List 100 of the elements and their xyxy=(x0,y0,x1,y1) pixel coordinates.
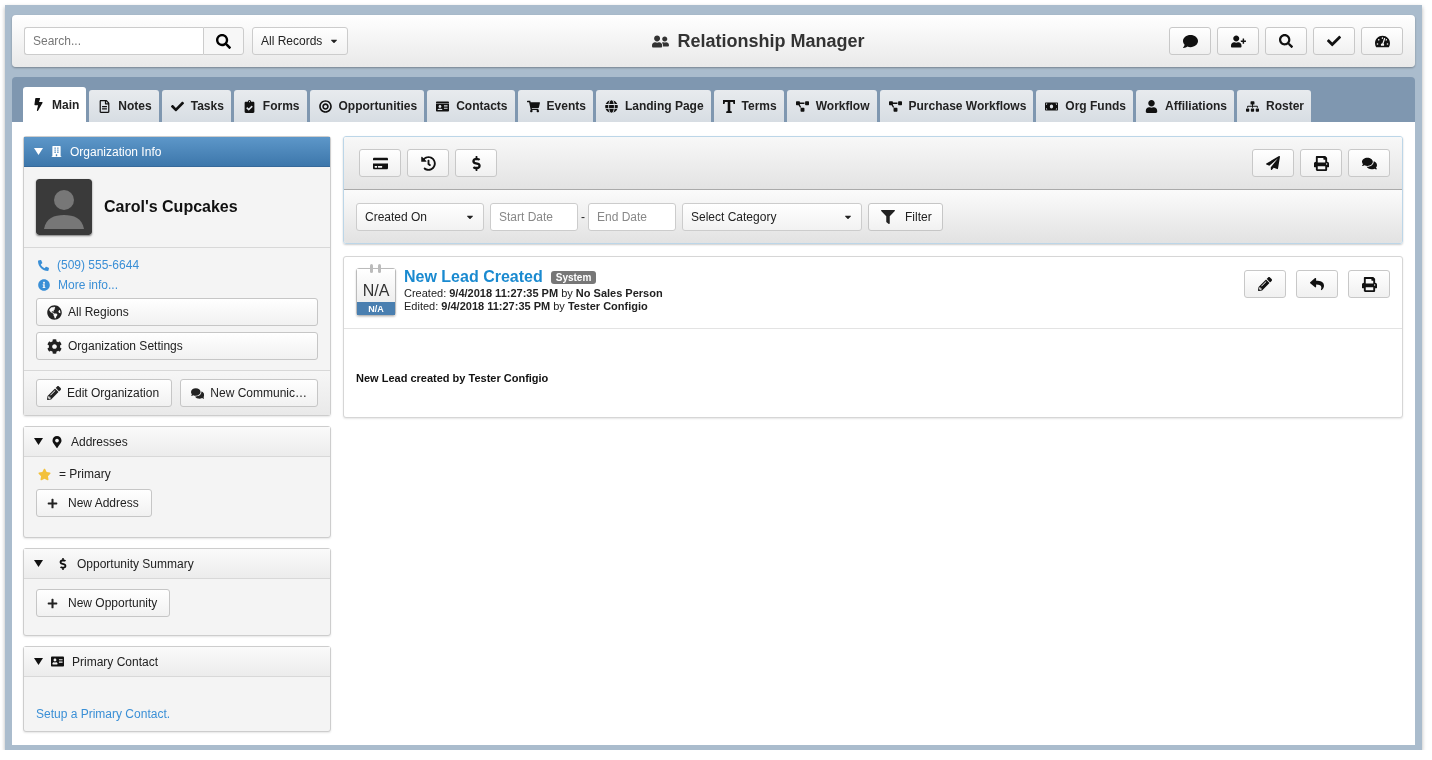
building-icon xyxy=(51,146,62,157)
check-button[interactable] xyxy=(1313,27,1355,55)
speech-bubbles-icon xyxy=(1361,155,1377,171)
pencil-icon xyxy=(47,386,61,400)
id-card-icon xyxy=(436,99,450,113)
search-button[interactable] xyxy=(203,27,244,55)
tab[interactable]: Workflow xyxy=(786,90,877,122)
settings-button[interactable]: Organization Settings xyxy=(36,332,318,360)
globe-icon xyxy=(47,304,62,320)
card-button[interactable] xyxy=(359,149,401,177)
target-icon xyxy=(318,99,332,113)
tab[interactable]: Terms xyxy=(713,90,784,122)
plus-icon xyxy=(47,597,58,609)
send-button[interactable] xyxy=(1252,149,1294,177)
reply-button[interactable] xyxy=(1296,270,1338,298)
tab[interactable]: Tasks xyxy=(161,90,231,122)
tab[interactable]: Affiliations xyxy=(1136,90,1234,122)
info-icon xyxy=(38,279,50,291)
caret-icon[interactable] xyxy=(34,560,43,567)
chat-button[interactable] xyxy=(1169,27,1211,55)
check-icon xyxy=(170,99,184,113)
start-date-field[interactable]: Start Date xyxy=(490,202,578,231)
regions-button[interactable]: All Regions xyxy=(36,298,318,326)
caret-icon[interactable] xyxy=(34,438,43,445)
filter-button[interactable]: Filter xyxy=(868,202,943,231)
clipboard-icon xyxy=(242,99,256,113)
credit-card-icon xyxy=(372,155,388,171)
search-icon xyxy=(216,33,231,49)
id-card-icon xyxy=(51,655,64,668)
printer-icon xyxy=(1361,276,1377,292)
edit-button[interactable]: Edit Organization xyxy=(36,379,172,407)
organization-name: Carol's Cupcakes xyxy=(104,198,238,216)
panel-title: Addresses xyxy=(71,434,128,449)
new-address-button[interactable]: New Address xyxy=(36,489,152,517)
speech-bubbles-icon xyxy=(191,385,205,401)
app-title: Relationship Manager xyxy=(677,30,865,52)
plus-icon xyxy=(47,497,58,509)
dollar-icon xyxy=(57,557,69,570)
gauge-icon xyxy=(1374,33,1390,49)
user-plus-icon xyxy=(1230,33,1246,49)
legend-text: = Primary xyxy=(59,467,111,481)
panel-title: Opportunity Summary xyxy=(77,556,194,571)
tab[interactable]: Events xyxy=(517,90,593,122)
type-icon xyxy=(722,99,735,113)
check-icon xyxy=(1327,34,1341,48)
tab[interactable]: Roster xyxy=(1237,90,1311,122)
tab[interactable]: Purchase Workflows xyxy=(879,90,1034,122)
star-icon xyxy=(38,467,51,481)
cart-icon xyxy=(526,99,540,113)
system-tag: System xyxy=(550,270,597,284)
history-button[interactable] xyxy=(407,149,449,177)
tab[interactable]: Contacts xyxy=(427,90,515,122)
diagram-icon xyxy=(795,99,809,113)
tab[interactable]: Notes xyxy=(89,90,159,122)
funnel-icon xyxy=(881,209,895,224)
communication-button[interactable]: New Communic… xyxy=(180,379,318,407)
tab[interactable]: Org Funds xyxy=(1036,90,1133,122)
panel-title: Organization Info xyxy=(70,144,162,159)
gear-icon xyxy=(47,338,62,354)
new-opportunity-button[interactable]: New Opportunity xyxy=(36,589,170,617)
print-button[interactable] xyxy=(1348,270,1390,298)
caret-icon[interactable] xyxy=(34,658,43,665)
entry-title[interactable]: New Lead Created xyxy=(404,268,543,286)
paper-plane-icon xyxy=(1266,156,1280,170)
search-field[interactable]: Search... xyxy=(24,27,203,55)
print-button[interactable] xyxy=(1300,149,1342,177)
panel-title: Primary Contact xyxy=(72,654,159,669)
pencil-icon xyxy=(1258,277,1272,291)
tab[interactable]: Landing Page xyxy=(595,90,711,122)
category-dropdown[interactable]: Select Category xyxy=(682,202,862,231)
hierarchy-icon xyxy=(1246,99,1259,113)
edit-button[interactable] xyxy=(1244,270,1286,298)
note-icon xyxy=(98,99,112,113)
chat-button[interactable] xyxy=(1348,149,1390,177)
printer-icon xyxy=(1313,155,1329,171)
reply-arrow-icon xyxy=(1310,277,1324,291)
sort-dropdown[interactable]: Created On xyxy=(356,202,484,231)
edited-text: Edited: 9/4/2018 11:27:35 PM by Tester Configio xyxy=(404,300,649,312)
speech-bubble-icon xyxy=(1182,33,1198,49)
created-text: Created: 9/4/2018 11:27:35 PM by No Sales Person xyxy=(404,287,664,299)
search-icon xyxy=(1279,34,1293,48)
records-dropdown[interactable]: All Records xyxy=(252,27,348,55)
tab[interactable]: Opportunities xyxy=(309,90,425,122)
end-date-field[interactable]: End Date xyxy=(588,202,676,231)
add-user-button[interactable] xyxy=(1217,27,1259,55)
entry-body-text: New Lead created by Tester Configio xyxy=(356,372,549,384)
search-button[interactable] xyxy=(1265,27,1307,55)
tab[interactable]: Forms xyxy=(233,90,307,122)
gauge-button[interactable] xyxy=(1361,27,1403,55)
dollar-button[interactable] xyxy=(455,149,497,177)
date-separator: - xyxy=(581,209,585,224)
diagram-icon xyxy=(888,99,902,113)
globe-icon xyxy=(604,99,618,113)
map-pin-icon xyxy=(51,435,63,448)
lightning-icon xyxy=(32,98,45,111)
tab[interactable]: Main xyxy=(23,87,87,122)
phone-icon xyxy=(38,259,49,271)
avatar xyxy=(36,179,92,235)
user-icon xyxy=(1145,99,1158,113)
history-icon xyxy=(420,155,436,171)
